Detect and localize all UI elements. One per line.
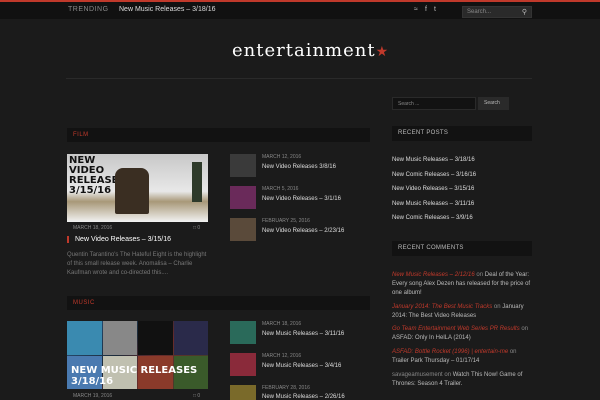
site-logo[interactable]: entertainment★: [232, 40, 389, 61]
featured-excerpt-film: Quentin Tarantino's The Hateful Eight is…: [67, 252, 207, 276]
comment-count-music[interactable]: □ 0: [193, 393, 200, 399]
top-search-placeholder: Search...: [467, 9, 492, 15]
site-logo-text: entertainment: [232, 40, 376, 61]
comment-author-link[interactable]: January 2014: The Best Music Tracks: [392, 304, 492, 310]
list-date: FEBRUARY 25, 2016: [262, 218, 310, 224]
recent-comment: New Music Releases – 2/12/16 on Deal of …: [392, 271, 532, 298]
list-thumb[interactable]: [230, 321, 256, 344]
list-title[interactable]: New Video Releases – 2/23/16: [262, 228, 344, 234]
trending-label: TRENDING: [68, 6, 109, 13]
rss-icon[interactable]: ≈: [414, 6, 418, 13]
facebook-icon[interactable]: f: [425, 6, 427, 13]
recent-post-link[interactable]: New Comic Releases – 3/9/16: [392, 215, 532, 221]
list-item[interactable]: MARCH 12, 2016 New Music Releases – 3/4/…: [230, 353, 380, 379]
list-title[interactable]: New Video Releases 3/8/16: [262, 164, 336, 170]
sidebar-search-placeholder: Search ...: [398, 101, 420, 107]
list-date: MARCH 12, 2016: [262, 154, 302, 160]
section-header-film[interactable]: FILM: [67, 128, 370, 142]
recent-post-link[interactable]: New Video Releases – 3/15/16: [392, 186, 532, 192]
list-thumb[interactable]: [230, 218, 256, 241]
comment-count-film[interactable]: □ 0: [193, 225, 200, 231]
rider-figure: [115, 168, 149, 214]
recent-post-link[interactable]: New Music Releases – 3/11/16: [392, 201, 532, 207]
comment-post-link[interactable]: ASFAD: Only In HelLA (2014): [392, 335, 471, 341]
list-date: MARCH 5, 2016: [262, 186, 299, 192]
comment-post-link[interactable]: Trailer Park Thursday – 01/17/14: [392, 358, 479, 364]
comment-author-link[interactable]: savageamusement: [392, 372, 443, 378]
list-item[interactable]: MARCH 5, 2016 New Video Releases – 3/1/1…: [230, 186, 380, 212]
comment-count-value: 0: [197, 225, 201, 231]
tree-figure: [192, 162, 202, 202]
logo-figure-icon: ★: [375, 44, 390, 60]
comment-count-value: 0: [197, 393, 201, 399]
comment-on-text: on: [492, 304, 503, 310]
top-bar: TRENDING New Music Releases – 3/18/16 ≈ …: [0, 2, 600, 19]
featured-image-film[interactable]: NEW VIDEO RELEASES 3/15/16: [67, 154, 208, 222]
top-search-input[interactable]: Search... ⚲: [462, 6, 532, 18]
recent-comments-header: RECENT COMMENTS: [392, 241, 532, 256]
list-thumb[interactable]: [230, 186, 256, 209]
featured-image-music[interactable]: NEW MUSIC RELEASES 3/18/16: [67, 321, 208, 389]
featured-title-film[interactable]: New Video Releases – 3/15/16: [67, 236, 171, 243]
recent-post-link[interactable]: New Music Releases – 3/18/16: [392, 157, 532, 163]
featured-date-music: MARCH 19, 2016: [73, 393, 113, 399]
header-divider: [66, 78, 532, 79]
sidebar-search-input[interactable]: Search ...: [392, 97, 476, 110]
trending-link[interactable]: New Music Releases – 3/18/16: [119, 6, 216, 13]
list-thumb[interactable]: [230, 353, 256, 376]
recent-post-link[interactable]: New Comic Releases – 3/16/16: [392, 172, 532, 178]
list-thumb[interactable]: [230, 154, 256, 177]
section-label-film: FILM: [73, 132, 89, 138]
list-title[interactable]: New Music Releases – 2/26/16: [262, 394, 345, 400]
featured-date-film: MARCH 18, 2016: [73, 225, 113, 231]
comment-on-text: on: [508, 349, 517, 355]
list-item[interactable]: MARCH 12, 2016 New Video Releases 3/8/16: [230, 154, 380, 180]
list-date: FEBRUARY 28, 2016: [262, 385, 310, 391]
recent-posts-header: RECENT POSTS: [392, 126, 532, 141]
list-title[interactable]: New Video Releases – 3/1/16: [262, 196, 341, 202]
sidebar-search-button[interactable]: Search: [478, 97, 509, 110]
section-header-music[interactable]: MUSIC: [67, 296, 370, 310]
section-label-music: MUSIC: [73, 300, 95, 306]
list-item[interactable]: FEBRUARY 28, 2016 New Music Releases – 2…: [230, 385, 380, 400]
list-item[interactable]: MARCH 18, 2016 New Music Releases – 3/11…: [230, 321, 380, 347]
list-date: MARCH 12, 2016: [262, 353, 302, 359]
comment-on-text: on: [474, 272, 485, 278]
comment-on-text: on: [442, 372, 453, 378]
list-title[interactable]: New Music Releases – 3/11/16: [262, 331, 344, 337]
list-title[interactable]: New Music Releases – 3/4/16: [262, 363, 341, 369]
list-item[interactable]: FEBRUARY 25, 2016 New Video Releases – 2…: [230, 218, 380, 244]
recent-comment: Go Team Entertainment Web Series PR Resu…: [392, 325, 532, 343]
comment-author-link[interactable]: New Music Releases – 2/12/16: [392, 272, 475, 278]
comment-author-link[interactable]: Go Team Entertainment Web Series PR Resu…: [392, 326, 520, 332]
comment-author-link[interactable]: ASFAD: Bottle Rocket (1996) | entertain-…: [392, 349, 508, 355]
search-icon[interactable]: ⚲: [522, 8, 527, 16]
recent-comment: savageamusement on Watch This Now! Game …: [392, 371, 532, 389]
recent-comment: ASFAD: Bottle Rocket (1996) | entertain-…: [392, 348, 532, 366]
twitter-icon[interactable]: t: [434, 6, 436, 13]
list-thumb[interactable]: [230, 385, 256, 400]
featured-image-title-music: NEW MUSIC RELEASES 3/18/16: [71, 365, 198, 387]
comment-on-text: on: [519, 326, 529, 332]
list-date: MARCH 18, 2016: [262, 321, 302, 327]
recent-comment: January 2014: The Best Music Tracks on J…: [392, 303, 532, 321]
